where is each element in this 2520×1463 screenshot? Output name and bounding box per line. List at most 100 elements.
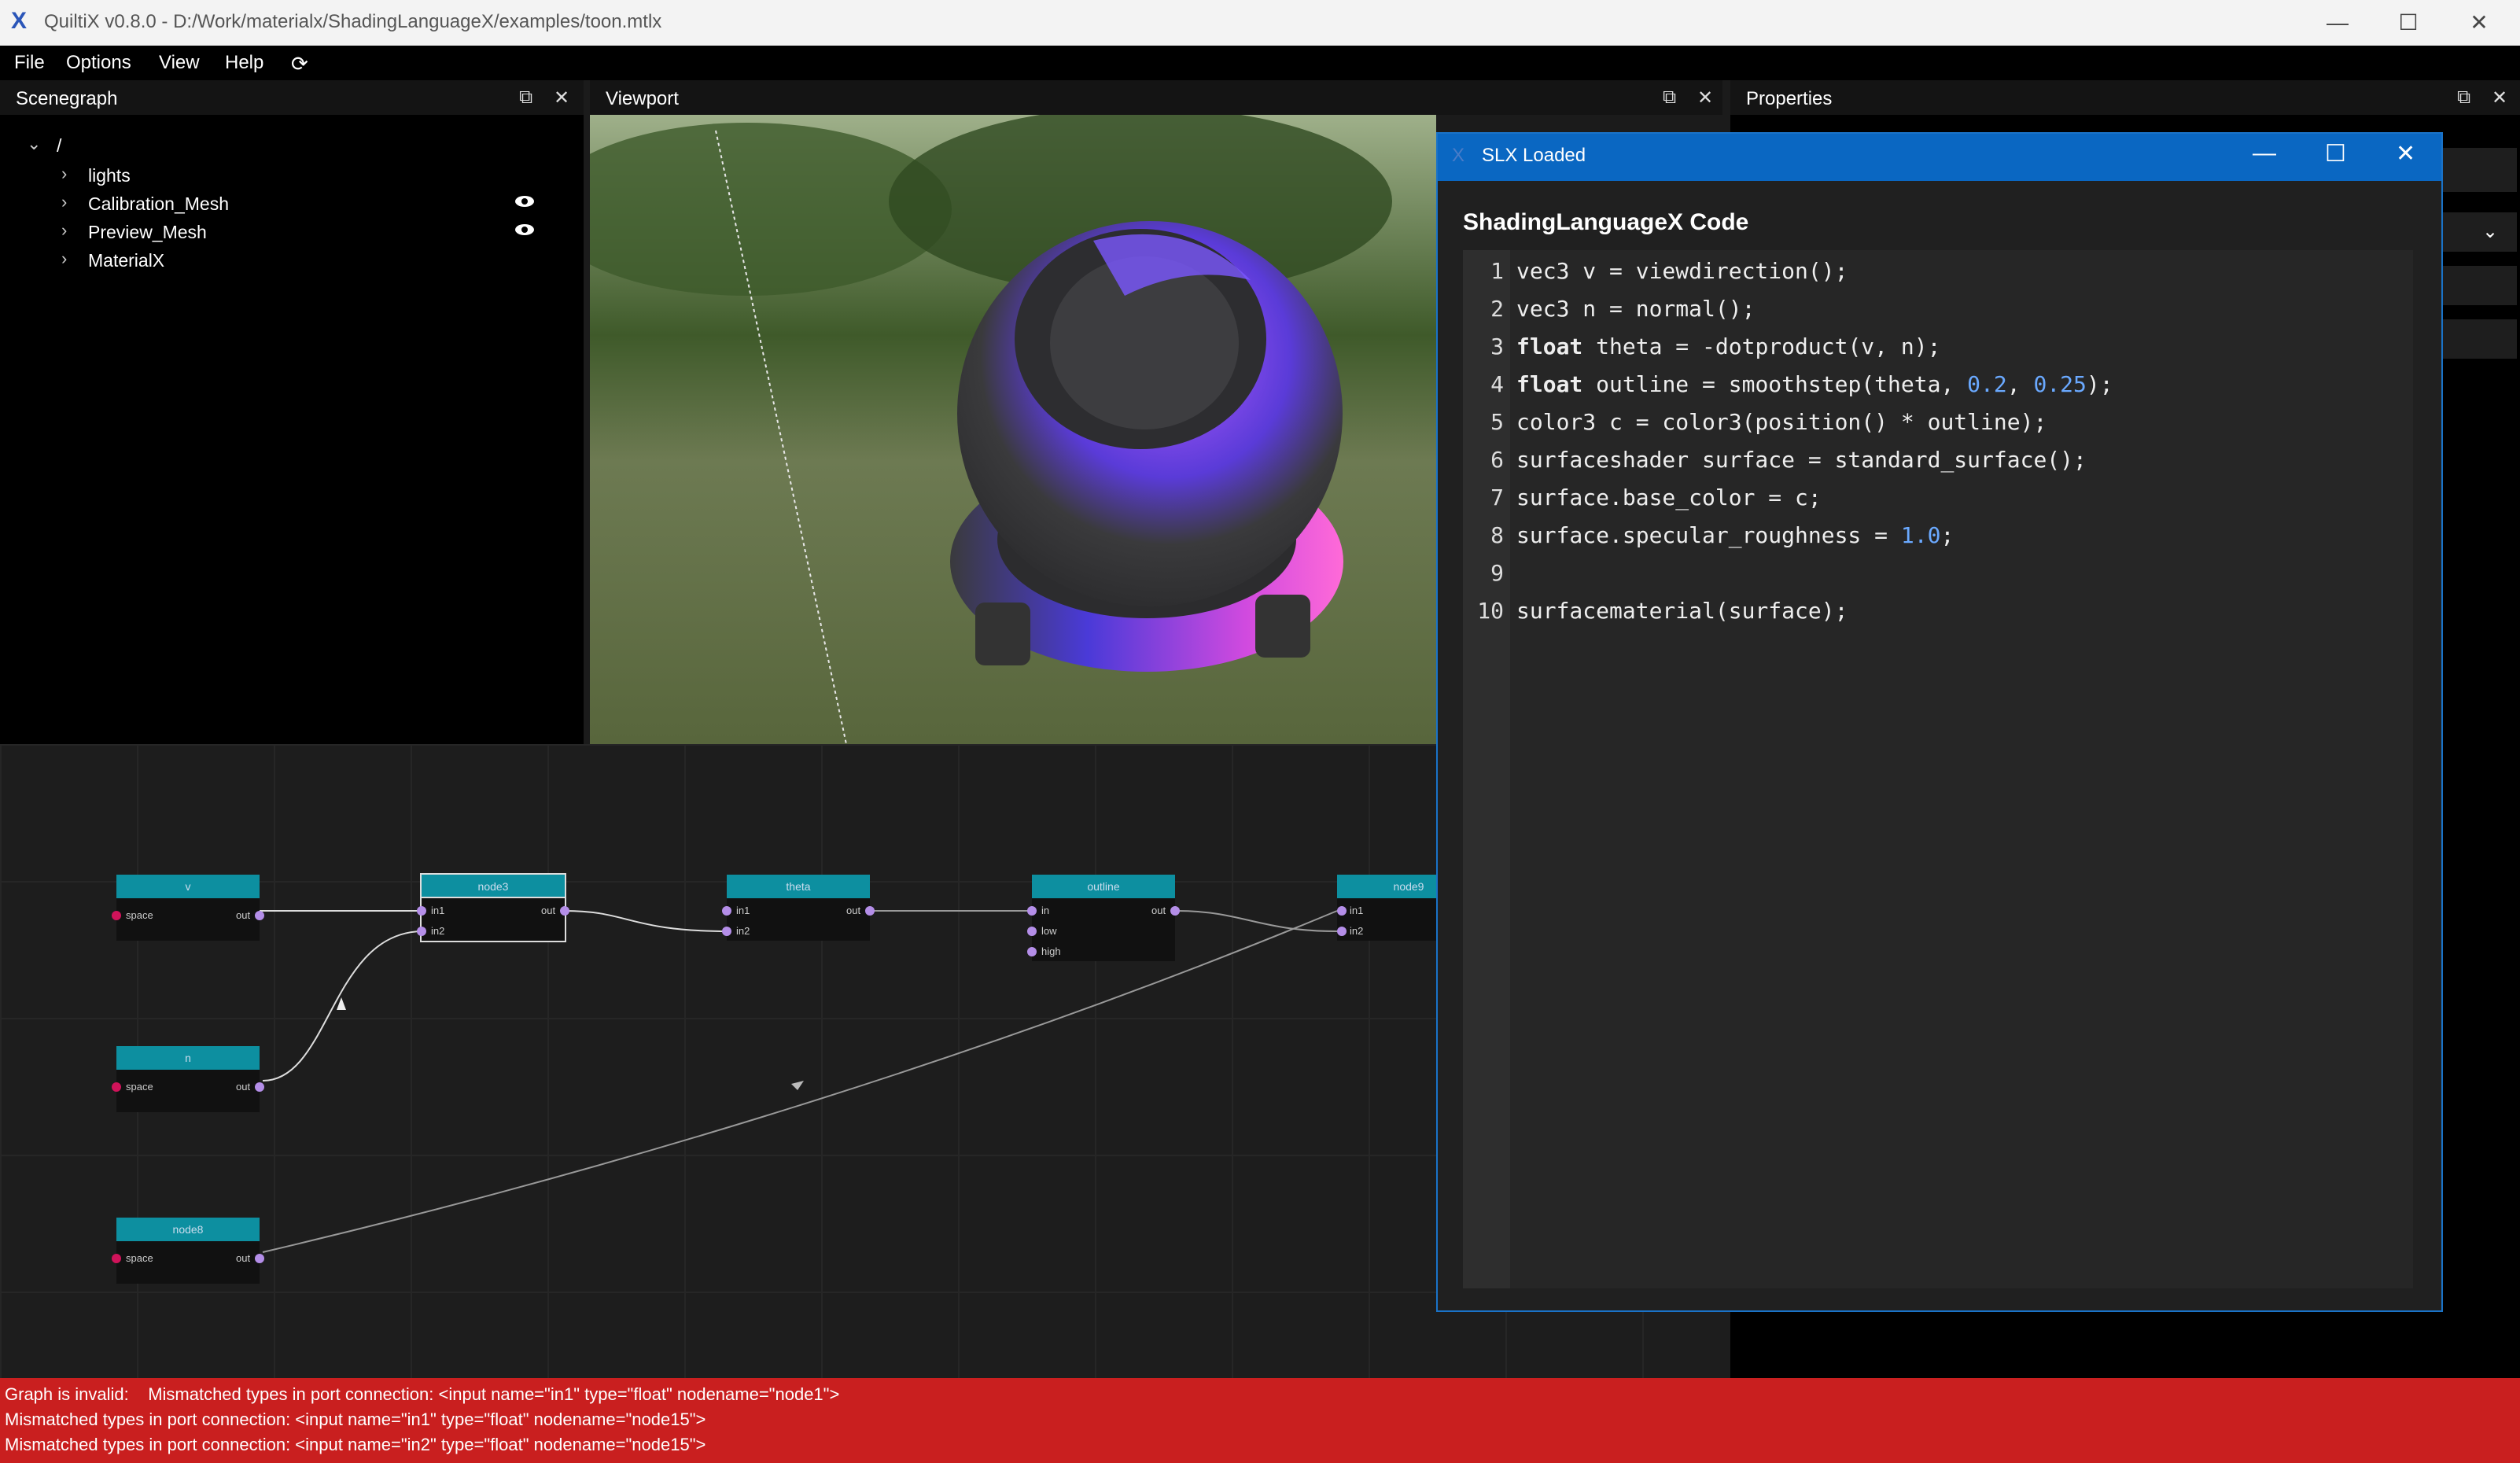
chevron-down-icon: ⌄ [2482,221,2499,242]
graph-node-node8[interactable]: node8 space out [112,1218,264,1284]
line-number: 1 [1490,258,1504,284]
port-label: in1 [736,905,750,916]
input-port-dot[interactable] [722,906,731,916]
input-port-dot[interactable] [1337,906,1347,916]
graph-node-node3[interactable]: node3 in1 in2 out [417,873,569,942]
float-panel-icon[interactable]: ⧉ [2457,87,2470,109]
graph-node-theta[interactable]: theta in1 in2 out [722,875,875,941]
port-label: out [541,905,556,916]
line-number: 8 [1490,522,1504,548]
port-label: space [126,1252,153,1264]
port-label: out [236,1081,251,1093]
line-number: 4 [1490,371,1504,397]
line-number: 10 [1477,598,1504,624]
minimize-button[interactable]: — [2314,6,2361,39]
close-panel-icon[interactable]: ✕ [554,87,569,109]
node-title: theta [727,875,870,898]
dialog-maximize-button[interactable]: ☐ [2325,140,2346,168]
code-text: surface.specular_roughness = [1516,522,1901,548]
dialog-close-button[interactable]: ✕ [2396,140,2415,168]
input-port-dot[interactable] [417,927,426,936]
status-line: Mismatched types in port connection: <in… [5,1410,706,1429]
app-logo-icon: X [11,8,28,34]
node-title: v [116,875,260,898]
input-port-dot[interactable] [1337,927,1347,936]
visibility-eye-icon[interactable] [514,223,535,236]
input-port-dot[interactable] [1027,906,1037,916]
tree-item-calibration-mesh[interactable]: Calibration_Mesh [88,193,229,215]
input-port-dot[interactable] [1027,947,1037,956]
float-panel-icon[interactable]: ⧉ [519,87,532,109]
port-label: out [1151,905,1166,916]
port-label: in2 [1350,925,1364,937]
chevron-right-icon[interactable]: › [61,220,67,241]
node-title: node3 [420,873,566,900]
output-port-dot[interactable] [865,906,875,916]
app-logo-icon: X [1452,145,1465,166]
viewport-header: Viewport ⧉ ✕ [590,80,1722,115]
chevron-right-icon[interactable]: › [61,164,67,184]
input-port-dot[interactable] [112,1082,121,1092]
property-field[interactable] [2438,319,2517,359]
code-text: , [2006,371,2034,397]
line-number: 2 [1490,296,1504,322]
visibility-eye-icon[interactable] [514,195,535,208]
graph-error-status: Graph is invalid: Mismatched types in po… [0,1378,2520,1463]
chevron-right-icon[interactable]: › [61,192,67,212]
maximize-button[interactable]: ☐ [2385,6,2432,39]
output-port-dot[interactable] [255,1082,264,1092]
input-port-dot[interactable] [417,906,426,916]
input-port-dot[interactable] [1027,927,1037,936]
code-keyword: float [1516,371,1583,397]
properties-title: Properties [1746,88,1833,109]
graph-node-v[interactable]: v space out [112,875,264,941]
code-viewer[interactable]: 1 vec3 v = viewdirection(); 2 vec3 n = n… [1463,250,2413,1288]
port-label: out [846,905,861,916]
tree-item-lights[interactable]: lights [88,165,131,186]
property-dropdown[interactable]: ⌄ [2438,212,2517,252]
tree-root[interactable]: / [57,135,61,157]
property-field[interactable] [2438,148,2517,192]
graph-node-n[interactable]: n space out [112,1046,264,1112]
close-panel-icon[interactable]: ✕ [2492,87,2507,109]
scenegraph-title: Scenegraph [16,88,118,109]
tree-item-preview-mesh[interactable]: Preview_Mesh [88,222,207,243]
viewport-render[interactable] [590,115,1436,744]
chevron-right-icon[interactable]: › [61,249,67,269]
input-port-dot[interactable] [112,1254,121,1263]
code-text: theta = -dotproduct(v, n); [1582,334,1941,359]
output-port-dot[interactable] [560,906,569,916]
dialog-titlebar: X SLX Loaded — ☐ ✕ [1438,134,2441,181]
window-titlebar: X QuiltiX v0.8.0 - D:/Work/materialx/Sha… [0,0,2520,46]
menu-file[interactable]: File [14,52,45,74]
code-heading: ShadingLanguageX Code [1463,209,1749,235]
input-port-dot[interactable] [722,927,731,936]
code-text: ); [2086,371,2113,397]
status-line: Graph is invalid: Mismatched types in po… [5,1384,840,1404]
graph-node-node9[interactable]: node9 in1 in2 [1337,875,1436,941]
float-panel-icon[interactable]: ⧉ [1663,87,1676,109]
menu-view[interactable]: View [159,52,200,74]
menu-options[interactable]: Options [66,52,131,74]
close-panel-icon[interactable]: ✕ [1697,87,1713,109]
property-field[interactable] [2438,266,2517,305]
dialog-minimize-button[interactable]: — [2253,140,2276,167]
output-port-dot[interactable] [1170,906,1180,916]
menubar: File Options View Help ⟳ [0,46,2520,80]
output-port-dot[interactable] [255,911,264,920]
menu-help[interactable]: Help [225,52,263,74]
port-label: high [1041,945,1061,957]
line-number: 6 [1490,447,1504,473]
graph-node-outline[interactable]: outline in low high out [1027,875,1180,961]
output-port-dot[interactable] [255,1254,264,1263]
close-button[interactable]: ✕ [2456,6,2503,39]
tree-item-materialx[interactable]: MaterialX [88,250,164,271]
port-label: space [126,909,153,921]
chevron-down-icon[interactable]: ⌄ [27,134,41,154]
input-port-dot[interactable] [112,911,121,920]
port-label: in [1041,905,1050,916]
code-number: 0.25 [2033,371,2087,397]
reload-icon[interactable]: ⟳ [291,52,308,76]
port-label: space [126,1081,153,1093]
line-number: 3 [1490,334,1504,359]
